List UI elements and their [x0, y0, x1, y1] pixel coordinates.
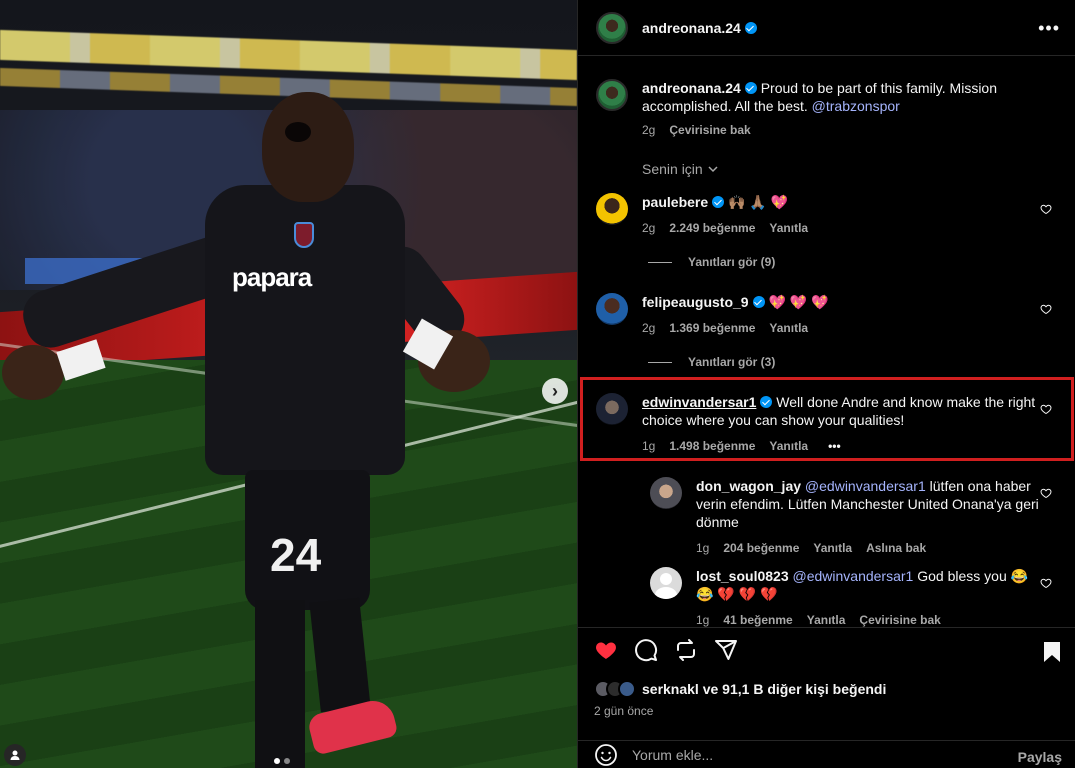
commenter-avatar[interactable] — [596, 193, 628, 225]
comment-likes[interactable]: 2.249 beğenme — [669, 219, 755, 237]
post-side-panel: andreonana.24 ••• andreonana.24 Proud to… — [577, 0, 1075, 768]
more-options-button[interactable]: ••• — [1038, 18, 1060, 39]
comment-text: 💖 💖 💖 — [768, 294, 829, 310]
verified-icon — [744, 82, 757, 94]
comment-filter-label: Senin için — [642, 161, 703, 177]
comment-more-button[interactable]: ••• — [828, 437, 841, 455]
author-avatar[interactable] — [596, 11, 628, 44]
post-media: papara 24 › — [0, 0, 577, 768]
author-avatar[interactable] — [596, 79, 628, 111]
reply: don_wagon_jay @edwinvandersar1 lütfen on… — [650, 477, 1066, 557]
share-icon[interactable] — [674, 638, 698, 662]
pager-dot — [284, 758, 290, 764]
reply-text: God bless you 😂 — [917, 568, 1029, 584]
comment: edwinvandersar1 Well done Andre and know… — [596, 393, 1066, 455]
chevron-down-icon — [708, 166, 718, 173]
tagged-users-button[interactable] — [4, 744, 26, 766]
reply-username[interactable]: lost_soul0823 — [696, 568, 789, 584]
verified-icon — [744, 21, 757, 34]
reply-time: 1g — [696, 541, 710, 555]
caption-time: 2g — [642, 123, 656, 137]
see-translation-link[interactable]: Çevirisine bak — [669, 121, 750, 139]
view-replies-button[interactable]: Yanıtları gör (3) — [648, 355, 775, 369]
comment-time: 2g — [642, 221, 656, 235]
post-time: 2 gün önce — [594, 704, 654, 718]
verified-icon — [760, 396, 773, 408]
comment-text: 🙌🏽 🙏🏽 💖 — [728, 194, 789, 210]
caption: andreonana.24 Proud to be part of this f… — [596, 79, 1066, 139]
more-icon: ••• — [1038, 18, 1060, 38]
verified-icon — [712, 196, 725, 208]
view-replies-button[interactable]: Yanıtları gör (9) — [648, 255, 775, 269]
jersey-number: 24 — [270, 529, 322, 581]
reply-button[interactable]: Yanıtla — [769, 219, 808, 237]
reply: lost_soul0823 @edwinvandersar1 God bless… — [650, 567, 1066, 627]
next-image-button[interactable]: › — [542, 378, 568, 404]
liked-by-user[interactable]: serknakl — [642, 681, 699, 697]
comments-list: andreonana.24 Proud to be part of this f… — [578, 57, 1075, 627]
carousel-pager — [274, 758, 290, 764]
commenter-avatar[interactable] — [650, 477, 682, 509]
commenter-avatar[interactable] — [596, 393, 628, 425]
post-comment-button[interactable]: Paylaş — [1018, 749, 1062, 765]
comment-icon[interactable] — [634, 638, 658, 662]
reply-button[interactable]: Yanıtla — [807, 611, 846, 627]
liked-by-rest[interactable]: ve 91,1 B diğer kişi beğendi — [703, 681, 887, 697]
liker-avatars — [594, 680, 636, 698]
heart-icon[interactable] — [1040, 203, 1052, 215]
comment-likes[interactable]: 1.498 beğenme — [669, 437, 755, 455]
see-translation-link[interactable]: Çevirisine bak — [859, 611, 940, 627]
reply-likes[interactable]: 204 beğenme — [723, 539, 799, 557]
comment-username[interactable]: paulebere — [642, 194, 708, 210]
comment-username[interactable]: edwinvandersar1 — [642, 394, 756, 410]
reply-button[interactable]: Yanıtla — [813, 539, 852, 557]
heart-icon[interactable] — [1040, 487, 1052, 499]
post-actions: serknakl ve 91,1 B diğer kişi beğendi 2 … — [578, 627, 1075, 768]
reply-username[interactable]: don_wagon_jay — [696, 478, 801, 494]
commenter-avatar[interactable] — [650, 567, 682, 599]
verified-icon — [752, 296, 765, 308]
heart-icon[interactable] — [1040, 577, 1052, 589]
see-original-link[interactable]: Aslına bak — [866, 539, 926, 557]
comment-time: 2g — [642, 321, 656, 335]
heart-icon[interactable] — [1040, 303, 1052, 315]
emoji-icon[interactable] — [594, 743, 618, 767]
commenter-avatar[interactable] — [596, 293, 628, 325]
comment-filter-dropdown[interactable]: Senin için — [642, 161, 719, 177]
tag-user-icon — [10, 750, 20, 760]
caption-mention-link[interactable]: @trabzonspor — [812, 98, 900, 114]
reply-text-second-line: 😂 💔 💔 💔 — [696, 586, 778, 602]
reply-button[interactable]: Yanıtla — [769, 319, 808, 337]
bookmark-icon[interactable] — [1042, 640, 1062, 664]
comment-username[interactable]: felipeaugusto_9 — [642, 294, 749, 310]
reply-button[interactable]: Yanıtla — [769, 437, 808, 455]
comment: paulebere 🙌🏽 🙏🏽 💖 2g 2.249 beğenme Yanıt… — [596, 193, 1066, 237]
reply-time: 1g — [696, 613, 710, 627]
post-header: andreonana.24 ••• — [578, 0, 1075, 56]
reply-mention-link[interactable]: @edwinvandersar1 — [793, 568, 914, 584]
club-crest — [294, 222, 314, 248]
pager-dot — [274, 758, 280, 764]
comment-input[interactable] — [632, 747, 1002, 763]
heart-icon[interactable] — [1040, 403, 1052, 415]
comment-time: 1g — [642, 439, 656, 453]
heart-icon[interactable] — [594, 638, 618, 662]
jersey-sponsor: papara — [232, 262, 312, 292]
comment: felipeaugusto_9 💖 💖 💖 2g 1.369 beğenme Y… — [596, 293, 1066, 337]
chevron-right-icon: › — [552, 380, 558, 401]
send-icon[interactable] — [714, 638, 738, 662]
player-figure: papara 24 — [0, 0, 577, 768]
add-comment-bar: Paylaş — [578, 740, 1075, 768]
reply-likes[interactable]: 41 beğenme — [723, 611, 792, 627]
caption-username[interactable]: andreonana.24 — [642, 80, 741, 96]
likes-summary[interactable]: serknakl ve 91,1 B diğer kişi beğendi — [594, 680, 886, 698]
comment-likes[interactable]: 1.369 beğenme — [669, 319, 755, 337]
reply-mention-link[interactable]: @edwinvandersar1 — [805, 478, 926, 494]
author-username[interactable]: andreonana.24 — [642, 20, 741, 36]
